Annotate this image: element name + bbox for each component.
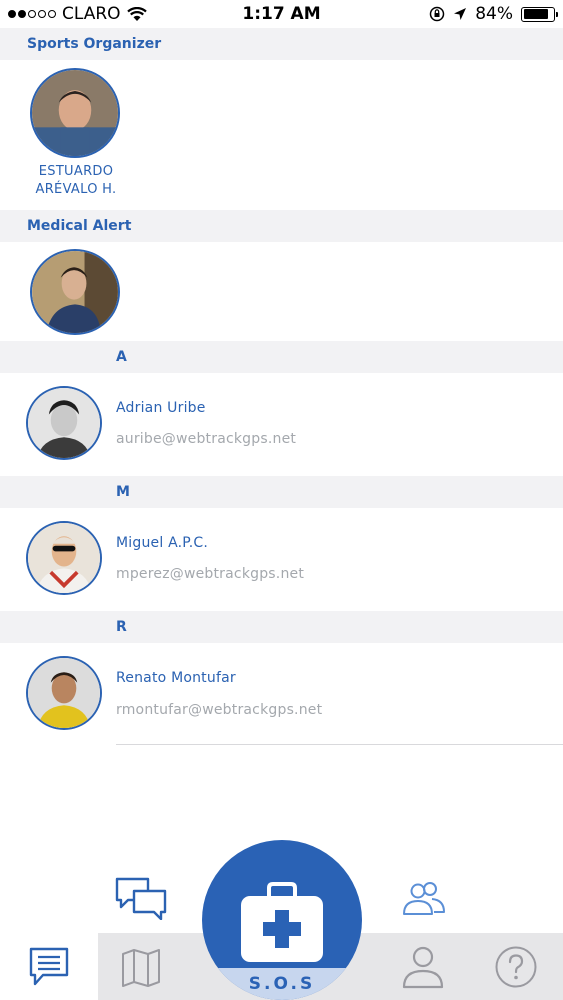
- contact-email: rmontufar@webtrackgps.net: [116, 702, 323, 718]
- battery-percentage: 84%: [475, 4, 513, 24]
- tab-help[interactable]: [468, 933, 563, 1000]
- section-header-sports-organizer: Sports Organizer: [0, 28, 563, 60]
- profile-icon: [402, 946, 444, 988]
- tab-messages[interactable]: [0, 933, 98, 1000]
- avatar-miguel-apc: [26, 521, 102, 595]
- sos-label: S.O.S: [248, 974, 316, 994]
- location-arrow-icon: [454, 8, 467, 20]
- chat-bubbles-icon: [115, 877, 167, 921]
- first-aid-kit-icon: [241, 882, 323, 962]
- avatar-adrian-uribe: [26, 386, 102, 460]
- contact-name-estuardo: ESTUARDO ARÉVALO H.: [14, 163, 138, 199]
- contact-name-line2: ARÉVALO H.: [35, 182, 117, 197]
- orientation-lock-icon: [429, 6, 445, 22]
- contact-name: Miguel A.P.C.: [116, 535, 209, 551]
- section-header-letter-r: R: [0, 611, 563, 643]
- help-icon: [495, 946, 536, 987]
- section-header-medical-alert: Medical Alert: [0, 210, 563, 242]
- contact-name: Renato Montufar: [116, 670, 236, 686]
- tab-map[interactable]: [98, 933, 184, 1000]
- contact-email: auribe@webtrackgps.net: [116, 431, 297, 447]
- group-icon: [403, 882, 445, 915]
- avatar-medical-alert[interactable]: [30, 249, 120, 335]
- battery-icon: [521, 6, 558, 22]
- sos-button[interactable]: S.O.S: [202, 840, 362, 1000]
- section-header-letter-a: A: [0, 341, 563, 373]
- contact-name-line1: ESTUARDO: [38, 164, 114, 179]
- chat-button[interactable]: [114, 876, 168, 921]
- avatar-renato-montufar: [26, 656, 102, 730]
- contacts-group-button[interactable]: [400, 880, 446, 918]
- tab-profile[interactable]: [378, 933, 468, 1000]
- map-icon: [122, 948, 160, 987]
- status-bar: CLARO 1:17 AM 84%: [0, 0, 563, 28]
- contact-email: mperez@webtrackgps.net: [116, 566, 305, 582]
- contact-name: Adrian Uribe: [116, 400, 206, 416]
- message-icon: [29, 947, 69, 985]
- avatar-estuardo[interactable]: [30, 68, 120, 158]
- list-end-divider: [116, 744, 563, 745]
- section-header-letter-m: M: [0, 476, 563, 508]
